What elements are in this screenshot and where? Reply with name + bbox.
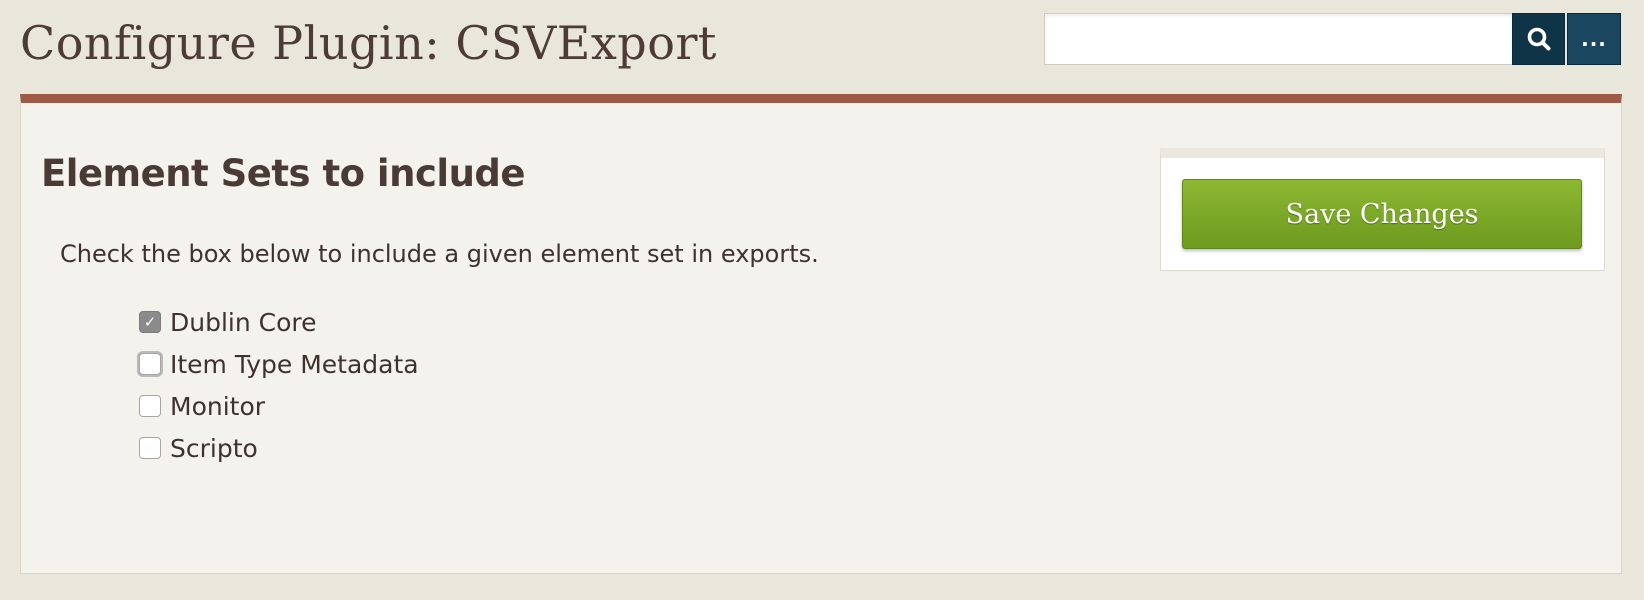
search-button[interactable] xyxy=(1512,13,1565,65)
search-input[interactable] xyxy=(1044,13,1512,65)
page-title: Configure Plugin: CSVExport xyxy=(20,16,717,70)
scripto-checkbox[interactable] xyxy=(139,437,161,459)
save-changes-button[interactable]: Save Changes xyxy=(1182,179,1582,249)
element-set-label: Scripto xyxy=(170,433,258,463)
checkmark-icon: ✓ xyxy=(143,312,157,331)
element-set-label: Dublin Core xyxy=(170,307,317,337)
advanced-search-button[interactable]: ... xyxy=(1567,13,1621,65)
element-set-option: ✓ Dublin Core xyxy=(139,301,419,343)
monitor-checkbox[interactable] xyxy=(139,395,161,417)
search-icon xyxy=(1527,27,1550,51)
section-heading: Element Sets to include xyxy=(41,152,526,195)
element-set-list: ✓ Dublin Core Item Type Metadata Monitor… xyxy=(139,301,419,469)
element-set-label: Monitor xyxy=(170,391,266,421)
explanation-text: Check the box below to include a given e… xyxy=(60,240,819,268)
dublin-core-checkbox[interactable]: ✓ xyxy=(139,311,161,333)
content-panel: Element Sets to include Check the box be… xyxy=(20,94,1622,574)
element-set-label: Item Type Metadata xyxy=(170,349,419,379)
item-type-metadata-checkbox[interactable] xyxy=(139,353,161,375)
element-set-option: Item Type Metadata xyxy=(139,343,419,385)
element-set-option: Monitor xyxy=(139,385,419,427)
search-bar: ... xyxy=(1044,13,1621,65)
element-set-option: Scripto xyxy=(139,427,419,469)
save-panel: Save Changes xyxy=(1160,148,1605,271)
